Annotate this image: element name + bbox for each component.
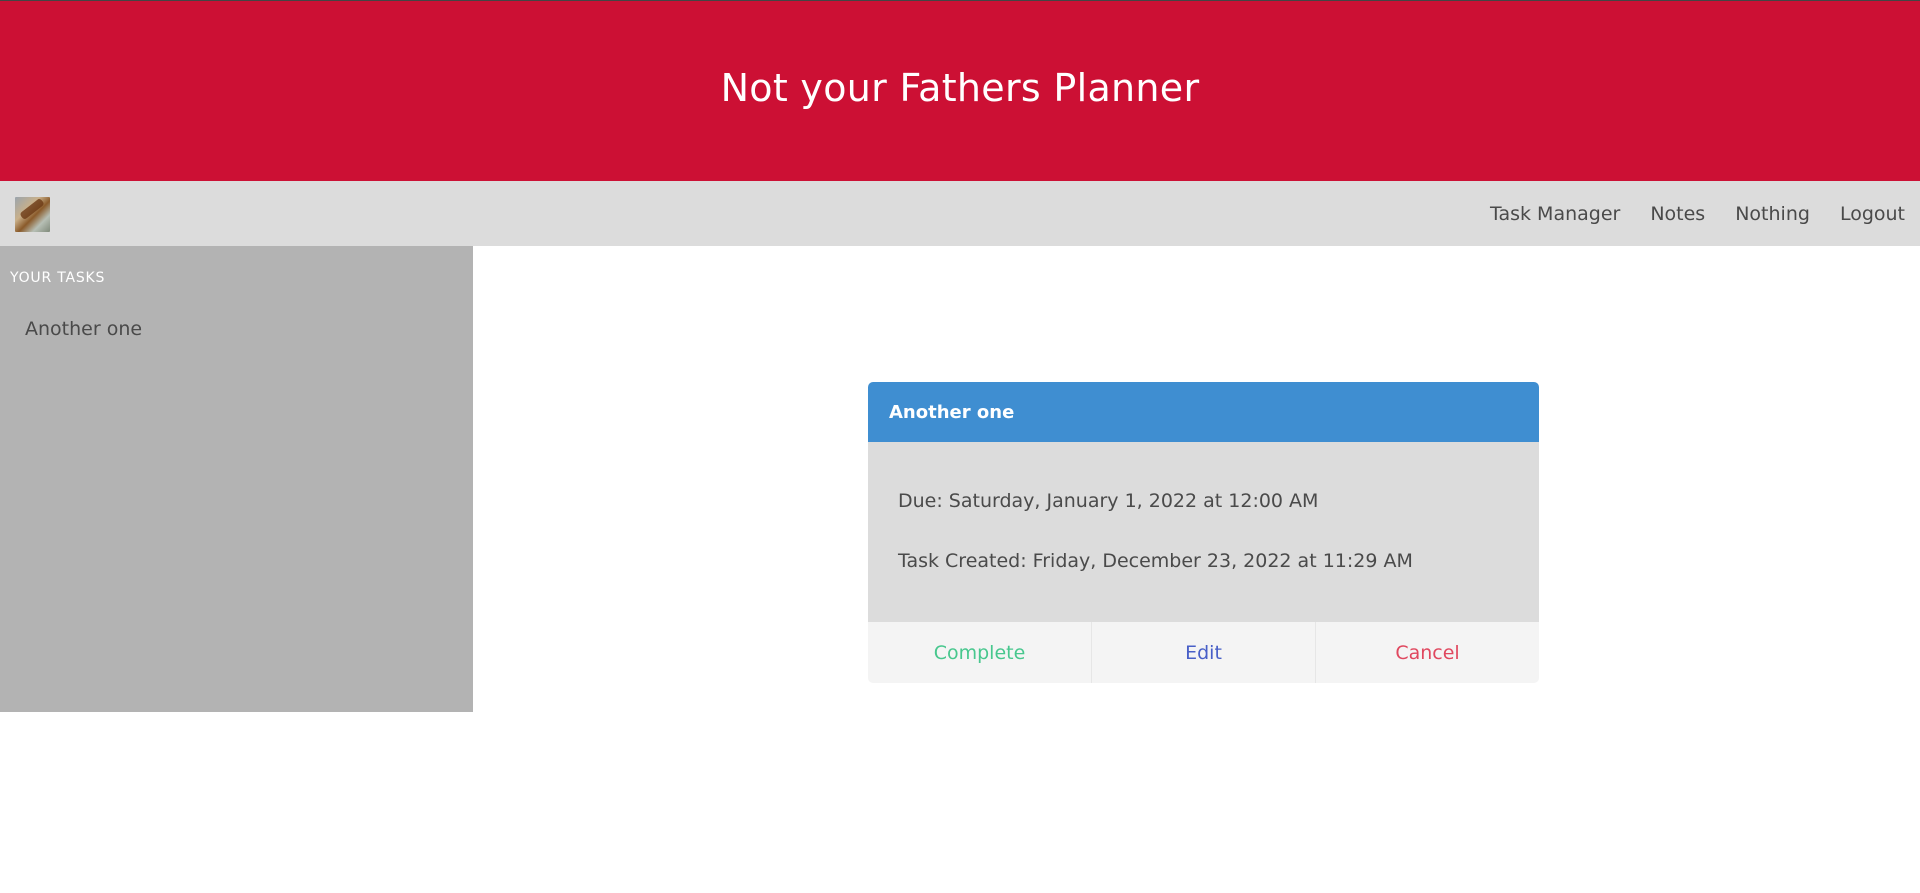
- cancel-button[interactable]: Cancel: [1315, 622, 1539, 683]
- nav-link-logout[interactable]: Logout: [1840, 203, 1905, 225]
- task-card-title: Another one: [889, 401, 1015, 423]
- nav-link-notes[interactable]: Notes: [1650, 203, 1705, 225]
- task-card: Another one Due: Saturday, January 1, 20…: [868, 382, 1539, 683]
- app-banner: Not your Fathers Planner: [0, 1, 1920, 181]
- navbar: Task Manager Notes Nothing Logout: [0, 181, 1920, 246]
- nav-links: Task Manager Notes Nothing Logout: [1460, 181, 1905, 246]
- app-title: Not your Fathers Planner: [720, 66, 1200, 110]
- user-avatar-icon[interactable]: [15, 197, 50, 232]
- nav-link-nothing[interactable]: Nothing: [1735, 203, 1810, 225]
- sidebar-heading: YOUR TASKS: [10, 270, 106, 286]
- task-card-footer: Complete Edit Cancel: [868, 622, 1539, 683]
- sidebar-task-item[interactable]: Another one: [25, 318, 142, 340]
- complete-button[interactable]: Complete: [868, 622, 1091, 683]
- nav-link-task-manager[interactable]: Task Manager: [1490, 203, 1620, 225]
- task-card-body: Due: Saturday, January 1, 2022 at 12:00 …: [868, 442, 1539, 622]
- sidebar: YOUR TASKS Another one: [0, 246, 473, 712]
- edit-button[interactable]: Edit: [1091, 622, 1315, 683]
- task-card-header: Another one: [868, 382, 1539, 442]
- task-due-date: Due: Saturday, January 1, 2022 at 12:00 …: [898, 490, 1319, 512]
- task-created-date: Task Created: Friday, December 23, 2022 …: [898, 550, 1413, 572]
